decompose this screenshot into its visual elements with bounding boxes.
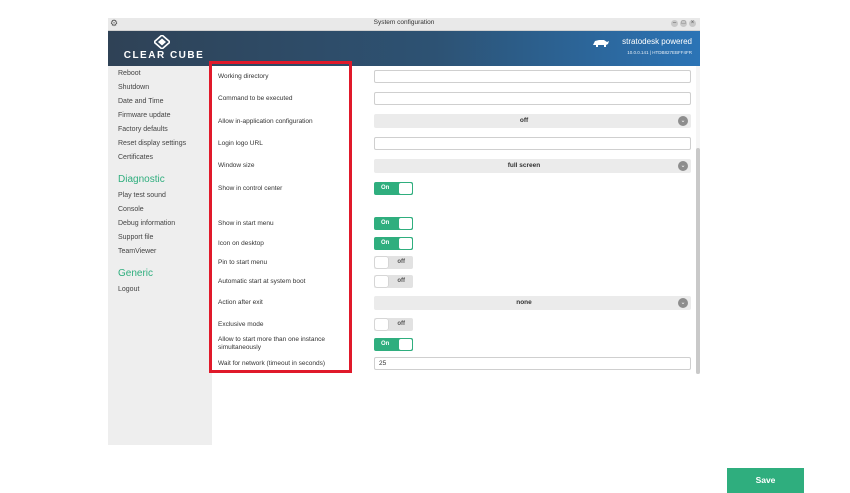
login-logo-url-input[interactable] xyxy=(374,137,691,150)
auto-start-toggle[interactable]: off xyxy=(374,275,413,288)
system-configuration-window: ⚙ System configuration – □ × CLEAR CUBE … xyxy=(108,18,804,493)
sidebar: Reboot Shutdown Date and Time Firmware u… xyxy=(108,66,212,445)
brand-name: stratodesk powered xyxy=(622,37,692,46)
allow-in-app-config-select[interactable]: off ⌄ xyxy=(374,114,691,128)
show-in-start-menu-toggle[interactable]: On xyxy=(374,217,413,230)
toggle-knob xyxy=(399,339,412,350)
sidebar-item-date-and-time[interactable]: Date and Time xyxy=(118,98,164,105)
rhino-icon xyxy=(593,40,609,47)
header-banner: CLEAR CUBE stratodesk powered 10.0.0.141… xyxy=(108,31,700,66)
select-value: none xyxy=(516,299,532,306)
select-value: off xyxy=(519,117,529,124)
toggle-text: off xyxy=(397,321,405,327)
toggle-knob xyxy=(375,319,388,330)
toggle-text: On xyxy=(381,240,390,246)
toggle-knob xyxy=(375,276,388,287)
chevron-down-icon[interactable]: ⌄ xyxy=(678,161,688,171)
sidebar-item-factory-defaults[interactable]: Factory defaults xyxy=(118,126,168,133)
scrollbar-thumb[interactable] xyxy=(696,148,700,374)
toggle-text: off xyxy=(397,259,405,265)
clearcube-logo-icon xyxy=(154,35,170,49)
sidebar-item-firmware-update[interactable]: Firmware update xyxy=(118,112,171,119)
window-title: System configuration xyxy=(373,19,435,26)
exclusive-mode-toggle[interactable]: off xyxy=(374,318,413,331)
toggle-knob xyxy=(399,183,412,194)
sidebar-section-diagnostic: Diagnostic xyxy=(118,174,165,185)
chevron-down-icon[interactable]: ⌄ xyxy=(678,116,688,126)
sidebar-item-support-file[interactable]: Support file xyxy=(118,234,153,241)
toggle-text: On xyxy=(381,220,390,226)
toggle-text: off xyxy=(397,278,405,284)
window-close-icon[interactable]: × xyxy=(689,20,696,27)
icon-on-desktop-toggle[interactable]: On xyxy=(374,237,413,250)
command-input[interactable] xyxy=(374,92,691,105)
highlight-box xyxy=(209,61,352,373)
action-after-exit-select[interactable]: none ⌄ xyxy=(374,296,691,310)
toggle-knob xyxy=(375,257,388,268)
wait-for-network-input[interactable]: 25 xyxy=(374,357,691,370)
scrollbar[interactable] xyxy=(696,66,700,374)
toggle-text: On xyxy=(381,185,390,191)
version-info: 10.0.0.141 | HTDB827EBFF4FR xyxy=(627,50,692,55)
pin-to-start-menu-toggle[interactable]: off xyxy=(374,256,413,269)
show-in-control-center-toggle[interactable]: On xyxy=(374,182,413,195)
sidebar-item-shutdown[interactable]: Shutdown xyxy=(118,84,149,91)
window-size-select[interactable]: full screen ⌄ xyxy=(374,159,691,173)
sidebar-item-reboot[interactable]: Reboot xyxy=(118,70,141,77)
chevron-down-icon[interactable]: ⌄ xyxy=(678,298,688,308)
sidebar-section-generic: Generic xyxy=(118,268,154,279)
sidebar-item-play-test-sound[interactable]: Play test sound xyxy=(118,192,166,199)
window-maximize-icon[interactable]: □ xyxy=(680,20,687,27)
logo-text: CLEAR CUBE xyxy=(123,50,205,61)
sidebar-item-debug-information[interactable]: Debug information xyxy=(118,220,175,227)
sidebar-item-console[interactable]: Console xyxy=(118,206,144,213)
clearcube-logo: CLEAR CUBE xyxy=(116,35,212,63)
sidebar-item-reset-display-settings[interactable]: Reset display settings xyxy=(118,140,186,147)
toggle-knob xyxy=(399,218,412,229)
sidebar-item-teamviewer[interactable]: TeamViewer xyxy=(118,248,156,255)
toggle-knob xyxy=(399,238,412,249)
select-value: full screen xyxy=(507,162,541,169)
sidebar-item-logout[interactable]: Logout xyxy=(118,286,139,293)
save-button[interactable]: Save xyxy=(727,468,804,493)
sidebar-item-certificates[interactable]: Certificates xyxy=(118,154,153,161)
working-directory-input[interactable] xyxy=(374,70,691,83)
toggle-text: On xyxy=(381,341,390,347)
window-minimize-icon[interactable]: – xyxy=(671,20,678,27)
title-bar: ⚙ System configuration – □ × xyxy=(108,18,700,31)
brand-area: stratodesk powered 10.0.0.141 | HTDB827E… xyxy=(572,35,692,63)
multi-instance-toggle[interactable]: On xyxy=(374,338,413,351)
